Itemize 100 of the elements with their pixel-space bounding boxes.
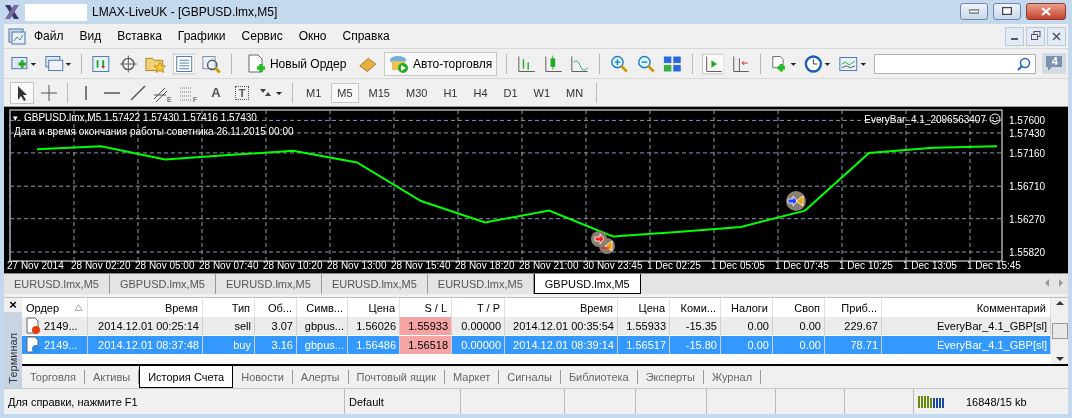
search-icon <box>1016 56 1031 71</box>
panel-tab[interactable]: История Счета <box>139 366 234 388</box>
cursor-icon[interactable] <box>10 81 34 104</box>
candlestick-icon[interactable] <box>542 53 564 74</box>
chart-tab[interactable]: EURUSD.lmx,M5 <box>4 274 110 294</box>
crosshair-icon[interactable] <box>117 53 139 74</box>
chart-tab[interactable]: EURUSD.lmx,M5 <box>215 274 322 294</box>
time-label: 28 Nov 21:00 <box>519 260 579 271</box>
timeframe-button[interactable]: M1 <box>300 82 328 103</box>
close-icon <box>1052 31 1061 41</box>
minimize-button[interactable] <box>960 2 988 20</box>
child-restore-button[interactable] <box>1026 26 1045 46</box>
periods-icon[interactable] <box>804 53 833 74</box>
text-label-tool[interactable]: T <box>235 85 249 100</box>
time-label: 28 Nov 07:40 <box>199 260 259 271</box>
time-label: 28 Nov 05:00 <box>135 260 195 271</box>
expert-note: Дата и время окончания работы советника 26.11.2015 00:00 <box>14 126 294 137</box>
panel-tab[interactable]: Почтовый ящик <box>348 370 445 384</box>
table-cell: 0.00 <box>773 317 825 336</box>
menu-item[interactable]: Файл <box>26 27 72 45</box>
table-cell: EveryBar_4.1_GBP[sl] <box>882 336 1051 355</box>
maximize-button[interactable] <box>993 2 1021 20</box>
scrollbar-thumb[interactable] <box>1051 323 1068 339</box>
chart-tab[interactable]: EURUSD.lmx,M5 <box>427 274 534 294</box>
zoom-out-icon[interactable] <box>635 53 657 74</box>
new-order-button[interactable]: Новый Ордер <box>240 51 352 76</box>
profiles-icon[interactable] <box>44 53 73 74</box>
menu-item[interactable]: Вставка <box>109 27 170 45</box>
table-cell: 2014.12.01 00:25:14 <box>88 317 203 336</box>
panel-tab[interactable]: Эксперты <box>637 370 704 384</box>
autoscroll-icon[interactable] <box>701 52 725 75</box>
time-label: 27 Nov 2014 <box>7 260 64 271</box>
timeframe-button[interactable]: M5 <box>331 82 359 103</box>
strategy-tester-icon[interactable] <box>201 53 222 74</box>
menu-item[interactable]: Графики <box>169 27 234 45</box>
data-window-icon[interactable] <box>172 52 196 75</box>
menu-item[interactable]: Окно <box>290 27 335 45</box>
time-label: 28 Nov 15:40 <box>391 260 451 271</box>
table-cell: sell <box>203 317 255 336</box>
time-label: 1 Dec 15:45 <box>967 260 1021 271</box>
time-label: 30 Nov 23:45 <box>583 260 643 271</box>
chart-tab[interactable]: GBPUSD.lmx,M5 <box>109 274 216 294</box>
timeframe-button[interactable]: W1 <box>527 82 557 103</box>
child-close-button[interactable] <box>1047 26 1066 46</box>
redacted-block <box>25 3 87 21</box>
minimize-icon <box>969 8 979 14</box>
panel-close-button[interactable]: × <box>4 298 22 312</box>
panel-tab[interactable]: Библиотека <box>560 370 638 384</box>
maximize-icon <box>1002 7 1012 15</box>
zoom-in-icon[interactable] <box>609 53 630 74</box>
panel-tab[interactable]: Сигналы <box>499 370 561 384</box>
dotted-lines-icon <box>179 84 193 103</box>
panel-tab[interactable]: Журнал <box>703 370 762 384</box>
menu-item[interactable]: Вид <box>71 27 110 45</box>
table-cell: 2014.12.01 00:35:54 <box>505 317 618 336</box>
timeframe-button[interactable]: H4 <box>467 82 494 103</box>
panel-tab[interactable]: Новости <box>233 370 293 384</box>
scroll-down-icon[interactable] <box>1054 354 1065 364</box>
search-field[interactable] <box>874 53 1036 74</box>
time-label: 1 Dec 02:25 <box>647 260 701 271</box>
status-help: Для справки, нажмите F1 <box>4 389 345 414</box>
table-cell: buy <box>203 336 255 355</box>
table-cell: 1.56486 <box>348 336 400 355</box>
table-cell: 3.16 <box>255 336 297 355</box>
table-cell: 1.55933 <box>400 317 452 336</box>
price-label: 1.57160 <box>1009 147 1046 159</box>
timeframe-button[interactable]: MN <box>560 82 590 103</box>
price-label: 1.57600 <box>1009 115 1046 127</box>
chart-menu-icon[interactable]: ▾ <box>13 113 18 123</box>
close-button[interactable] <box>1026 2 1066 20</box>
table-cell: 2014.12.01 08:39:14 <box>505 336 618 355</box>
market-watch-icon[interactable] <box>91 53 112 74</box>
timeframe-button[interactable]: D1 <box>497 82 524 103</box>
trade-marker-icon <box>591 231 615 254</box>
order-icon <box>25 317 41 335</box>
table-cell: EveryBar_4.1_GBP[sl] <box>882 317 1051 336</box>
status-profile: Default <box>345 389 461 414</box>
chart-window-icon[interactable] <box>8 27 26 45</box>
expert-name: EveryBar_4.1_2096563407 <box>864 114 986 125</box>
price-label: 1.57430 <box>1009 127 1046 139</box>
timeframe-button[interactable]: M30 <box>399 82 434 103</box>
timeframe-button[interactable]: H1 <box>437 82 464 103</box>
panel-tab[interactable]: Торговля <box>22 370 85 384</box>
chart-tab[interactable]: GBPUSD.lmx,M5 <box>533 274 641 294</box>
panel-tab[interactable]: Алерты <box>292 370 349 384</box>
scroll-up-icon[interactable] <box>1054 298 1065 308</box>
menu-item[interactable]: Справка <box>334 27 398 45</box>
smiley-icon <box>989 113 1001 125</box>
timeframe-button[interactable]: M15 <box>362 82 396 103</box>
indicators-icon[interactable] <box>769 53 798 74</box>
child-minimize-button[interactable] <box>1005 26 1024 46</box>
panel-tab[interactable]: Маркет <box>445 370 500 384</box>
text-tool[interactable]: A <box>205 85 227 100</box>
chart-tab[interactable]: EURUSD.lmx,M5 <box>321 274 428 294</box>
table-cell: 229.67 <box>825 317 882 336</box>
time-label: 1 Dec 13:05 <box>903 260 957 271</box>
auto-trading-button[interactable]: Авто-торговля <box>384 51 498 76</box>
time-label: 1 Dec 07:45 <box>775 260 829 271</box>
time-label: 28 Nov 10:20 <box>263 260 323 271</box>
menu-item[interactable]: Сервис <box>233 27 291 45</box>
